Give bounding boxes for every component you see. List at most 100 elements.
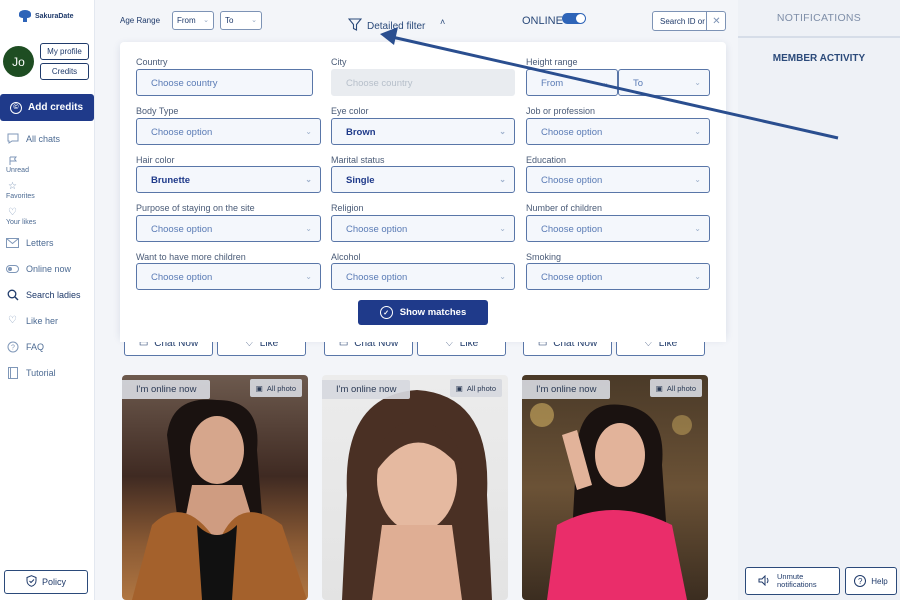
heart-icon: ♡ bbox=[8, 207, 17, 218]
svg-text:?: ? bbox=[11, 344, 15, 351]
country-input[interactable]: Choose country bbox=[136, 69, 313, 96]
brand-logo[interactable]: SakuraDate bbox=[18, 10, 74, 22]
marital-status-label: Marital status bbox=[331, 155, 385, 165]
credits-coin-icon: © bbox=[10, 101, 22, 114]
sidebar-item-search-ladies[interactable]: Search ladies bbox=[6, 289, 81, 300]
mail-icon bbox=[6, 237, 19, 248]
sidebar-item-label: Unread bbox=[6, 167, 29, 174]
more-children-select[interactable]: Choose option ⌄ bbox=[136, 263, 321, 290]
photo-icon: ▣ bbox=[655, 383, 663, 393]
children-select[interactable]: Choose option ⌄ bbox=[526, 215, 710, 242]
age-to-select[interactable]: To ⌄ bbox=[220, 11, 262, 30]
religion-value: Choose option bbox=[346, 224, 408, 235]
age-from-select[interactable]: From ⌄ bbox=[172, 11, 214, 30]
smoking-select[interactable]: Choose option ⌄ bbox=[526, 263, 710, 290]
sidebar-item-like-her[interactable]: ♡ Like her bbox=[6, 315, 58, 326]
credits-button[interactable]: Credits bbox=[40, 63, 89, 80]
sidebar-item-faq[interactable]: ? FAQ bbox=[6, 341, 44, 352]
alcohol-select[interactable]: Choose option ⌄ bbox=[331, 263, 515, 290]
help-button[interactable]: ? Help bbox=[845, 567, 897, 595]
filter-funnel-icon bbox=[347, 18, 363, 34]
purpose-label: Purpose of staying on the site bbox=[136, 203, 255, 213]
hair-color-label: Hair color bbox=[136, 155, 175, 165]
question-icon: ? bbox=[6, 341, 19, 352]
policy-button[interactable]: Policy bbox=[4, 570, 88, 594]
hair-color-value: Brunette bbox=[151, 175, 191, 186]
height-to-select[interactable]: To ⌄ bbox=[618, 69, 710, 96]
book-icon bbox=[6, 366, 19, 379]
filter-panel-bottom bbox=[120, 328, 726, 342]
sidebar-item-tutorial[interactable]: Tutorial bbox=[6, 366, 56, 379]
chevron-up-icon[interactable]: ˄ bbox=[440, 17, 445, 27]
children-value: Choose option bbox=[541, 224, 603, 235]
member-activity-tab[interactable]: MEMBER ACTIVITY bbox=[738, 53, 900, 64]
add-credits-button[interactable]: © Add credits bbox=[0, 94, 94, 121]
chevron-down-icon: ⌄ bbox=[694, 175, 701, 184]
sidebar-item-online-now[interactable]: Online now bbox=[6, 263, 71, 274]
height-from-select[interactable]: From ⌄ bbox=[526, 69, 618, 96]
sidebar-item-letters[interactable]: Letters bbox=[6, 237, 54, 248]
eye-color-value: Brown bbox=[346, 127, 376, 138]
alcohol-value: Choose option bbox=[346, 272, 408, 283]
chevron-down-icon: ⌄ bbox=[694, 224, 701, 233]
sidebar-item-your-likes[interactable]: ♡ Your likes bbox=[6, 207, 36, 226]
profile-card[interactable]: I'm online now ▣ All photo bbox=[522, 375, 708, 600]
eye-color-select[interactable]: Brown ⌄ bbox=[331, 118, 515, 145]
show-matches-label: Show matches bbox=[399, 307, 467, 318]
detailed-filter-toggle[interactable]: Detailed filter bbox=[347, 18, 426, 34]
more-children-value: Choose option bbox=[151, 272, 213, 283]
sidebar-item-all-chats[interactable]: All chats bbox=[6, 133, 60, 144]
policy-label: Policy bbox=[41, 577, 66, 587]
all-photo-button[interactable]: ▣ All photo bbox=[249, 379, 302, 397]
chevron-down-icon: ⌄ bbox=[305, 224, 312, 233]
city-label: City bbox=[331, 57, 347, 67]
my-profile-button[interactable]: My profile bbox=[40, 43, 89, 60]
chevron-down-icon: ⌄ bbox=[499, 224, 506, 233]
detailed-filter-label: Detailed filter bbox=[367, 20, 426, 32]
body-type-value: Choose option bbox=[151, 127, 213, 138]
chevron-down-icon: ⌄ bbox=[305, 175, 312, 184]
avatar[interactable]: Jo bbox=[3, 46, 34, 77]
search-icon bbox=[6, 289, 19, 300]
chevron-down-icon: ⌄ bbox=[602, 78, 609, 87]
show-matches-button[interactable]: ✓ Show matches bbox=[358, 300, 488, 325]
chevron-down-icon: ⌄ bbox=[305, 127, 312, 136]
notifications-tab[interactable]: NOTIFICATIONS bbox=[738, 0, 900, 38]
profile-card[interactable]: I'm online now ▣ All photo bbox=[322, 375, 508, 600]
question-icon: ? bbox=[854, 575, 867, 587]
chevron-down-icon: ⌄ bbox=[499, 175, 506, 184]
search-id-input[interactable]: Search ID or ✕ bbox=[652, 11, 726, 31]
body-type-select[interactable]: Choose option ⌄ bbox=[136, 118, 321, 145]
religion-label: Religion bbox=[331, 203, 364, 213]
sidebar-item-label: Like her bbox=[26, 315, 59, 326]
profile-photo bbox=[342, 390, 492, 600]
religion-select[interactable]: Choose option ⌄ bbox=[331, 215, 515, 242]
marital-status-select[interactable]: Single ⌄ bbox=[331, 166, 515, 193]
online-toggle[interactable] bbox=[562, 13, 586, 24]
sidebar-item-favorites[interactable]: ☆ Favorites bbox=[6, 181, 35, 200]
smoking-label: Smoking bbox=[526, 252, 562, 262]
job-select[interactable]: Choose option ⌄ bbox=[526, 118, 710, 145]
country-value: Choose country bbox=[151, 78, 218, 89]
job-value: Choose option bbox=[541, 127, 603, 138]
all-photo-button[interactable]: ▣ All photo bbox=[449, 379, 502, 397]
chat-icon bbox=[6, 133, 19, 144]
height-to-value: To bbox=[633, 78, 644, 89]
smoking-value: Choose option bbox=[541, 272, 603, 283]
sidebar-item-label: Tutorial bbox=[26, 367, 56, 378]
sidebar-item-unread[interactable]: Unread bbox=[6, 155, 29, 174]
education-select[interactable]: Choose option ⌄ bbox=[526, 166, 710, 193]
chevron-down-icon: ⌄ bbox=[499, 127, 506, 136]
all-photo-label: All photo bbox=[666, 383, 696, 393]
shield-icon bbox=[26, 575, 37, 589]
all-photo-button[interactable]: ▣ All photo bbox=[649, 379, 702, 397]
hair-color-select[interactable]: Brunette ⌄ bbox=[136, 166, 321, 193]
profile-card[interactable]: I'm online now ▣ All photo bbox=[122, 375, 308, 600]
sidebar-item-label: Your likes bbox=[6, 219, 37, 226]
unmute-notifications-button[interactable]: Unmute notifications bbox=[745, 567, 840, 595]
close-icon[interactable]: ✕ bbox=[706, 11, 726, 31]
chevron-down-icon: ⌄ bbox=[694, 127, 701, 136]
sidebar-item-label: Online now bbox=[26, 263, 72, 274]
flag-icon bbox=[6, 155, 19, 166]
purpose-select[interactable]: Choose option ⌄ bbox=[136, 215, 321, 242]
